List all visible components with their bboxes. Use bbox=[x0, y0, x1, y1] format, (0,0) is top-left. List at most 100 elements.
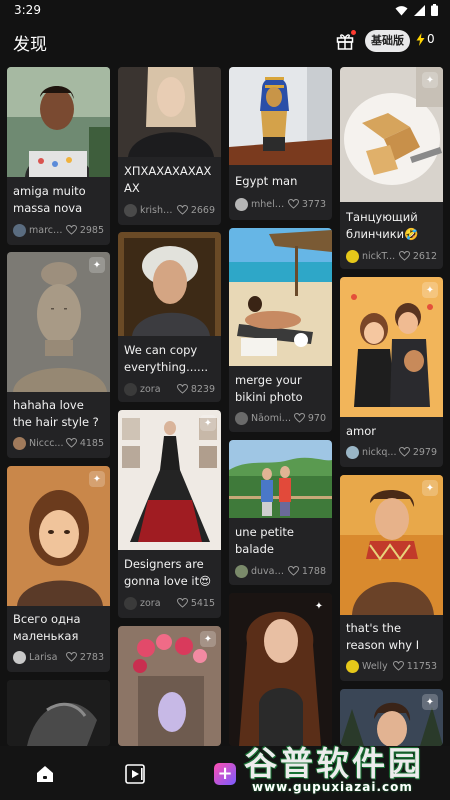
battery-icon bbox=[431, 4, 438, 16]
lightning-icon bbox=[416, 32, 425, 46]
sparkle-icon: ✦ bbox=[314, 600, 324, 612]
avatar bbox=[346, 249, 359, 263]
nav-home[interactable] bbox=[34, 763, 56, 785]
feed-card[interactable]: ✦ Всего одна маленькая по... Larisa 2783 bbox=[7, 466, 110, 672]
author-name: zora bbox=[140, 597, 161, 609]
feed-card[interactable] bbox=[7, 680, 110, 746]
like-count: 11753 bbox=[406, 660, 437, 672]
card-meta: Nāomi J... 970 bbox=[235, 411, 326, 425]
feed-card[interactable]: ✦ that's the reason why I work out ... W… bbox=[340, 475, 443, 681]
gift-button[interactable] bbox=[335, 30, 356, 51]
status-icons bbox=[395, 4, 438, 16]
feed-card[interactable]: ✦ bbox=[118, 626, 221, 746]
card-image bbox=[340, 277, 443, 417]
feed-card[interactable]: ✦ hahaha love the hair style ? Niccc... … bbox=[7, 252, 110, 458]
create-button[interactable]: + bbox=[214, 763, 236, 785]
like-count: 5415 bbox=[190, 597, 215, 609]
card-meta: zora 8239 bbox=[124, 382, 215, 396]
card-caption: Танцующий блинчики🤣 bbox=[346, 210, 419, 241]
author-name: nickT... bbox=[362, 250, 396, 262]
author-name: zora bbox=[140, 383, 161, 395]
heart-icon[interactable] bbox=[176, 384, 188, 394]
card-caption: that's the reason why I work out ... bbox=[346, 621, 420, 652]
heart-icon[interactable] bbox=[287, 566, 299, 576]
card-image bbox=[229, 67, 332, 165]
card-image bbox=[7, 680, 110, 746]
avatar bbox=[346, 659, 359, 673]
feed-card[interactable]: amiga muito massa nova at... marce... 29… bbox=[7, 67, 110, 245]
heart-icon[interactable] bbox=[287, 199, 299, 209]
card-caption: Всего одна маленькая по... bbox=[13, 612, 81, 643]
heart-icon[interactable] bbox=[65, 438, 77, 448]
like-count: 2783 bbox=[79, 651, 104, 663]
card-image bbox=[340, 475, 443, 615]
sparkle-icon: ✦ bbox=[422, 282, 438, 298]
watermark: 谷普软件园 www.gupuxiazai.com bbox=[244, 734, 450, 800]
card-image bbox=[7, 67, 110, 177]
card-image bbox=[118, 410, 221, 550]
heart-icon[interactable] bbox=[398, 447, 410, 457]
card-image bbox=[7, 466, 110, 606]
card-meta: mhela... 3773 bbox=[235, 197, 326, 211]
credits-balance[interactable]: 0 bbox=[416, 32, 435, 46]
create-icon: + bbox=[217, 763, 233, 784]
card-image bbox=[229, 440, 332, 518]
card-meta: Larisa 2783 bbox=[13, 650, 104, 664]
watermark-title: 谷普软件园 bbox=[244, 744, 424, 783]
author-name: krisha... bbox=[140, 204, 175, 216]
sparkle-icon: ✦ bbox=[200, 631, 216, 647]
avatar bbox=[13, 436, 26, 450]
feed-card[interactable]: ✦ amor nickq... 2979 bbox=[340, 277, 443, 467]
heart-icon[interactable] bbox=[65, 652, 77, 662]
card-caption: ХПХАХАХАХАХАХ bbox=[124, 164, 212, 195]
card-meta: duvalf... 1788 bbox=[235, 564, 326, 578]
sparkle-icon: ✦ bbox=[89, 257, 105, 273]
like-count: 2612 bbox=[412, 250, 437, 262]
feed-card[interactable]: ✦ bbox=[229, 593, 332, 746]
heart-icon[interactable] bbox=[65, 225, 77, 235]
avatar bbox=[13, 223, 26, 237]
nav-videos[interactable] bbox=[124, 763, 146, 785]
like-count: 4185 bbox=[79, 437, 104, 449]
heart-icon[interactable] bbox=[293, 413, 305, 423]
heart-icon[interactable] bbox=[392, 661, 404, 671]
feed-card[interactable]: ✦ Танцующий блинчики🤣 nickT... 2612 bbox=[340, 67, 443, 269]
status-time: 3:29 bbox=[14, 3, 41, 17]
card-image bbox=[118, 232, 221, 336]
sparkle-icon: ✦ bbox=[89, 471, 105, 487]
heart-icon[interactable] bbox=[176, 205, 188, 215]
author-name: marce... bbox=[29, 224, 64, 236]
avatar bbox=[13, 650, 26, 664]
heart-icon[interactable] bbox=[176, 598, 188, 608]
card-meta: nickT... 2612 bbox=[346, 249, 437, 263]
sparkle-icon: ✦ bbox=[422, 480, 438, 496]
card-caption: hahaha love the hair style ? bbox=[13, 398, 99, 429]
feed-card[interactable]: Egypt man mhela... 3773 bbox=[229, 67, 332, 220]
card-meta: nickq... 2979 bbox=[346, 445, 437, 459]
like-count: 970 bbox=[307, 412, 326, 424]
card-caption: une petite balade bbox=[235, 525, 294, 556]
card-meta: zora 5415 bbox=[124, 596, 215, 610]
feed-card[interactable]: ✦ Designers are gonna love it😍 zora 5415 bbox=[118, 410, 221, 618]
heart-icon[interactable] bbox=[398, 251, 410, 261]
author-name: nickq... bbox=[362, 446, 397, 458]
feed-card[interactable]: We can copy everything......👀 zora 8239 bbox=[118, 232, 221, 402]
header: 发现 基础版 0 bbox=[0, 22, 450, 64]
author-name: duvalf... bbox=[251, 565, 286, 577]
sparkle-icon: ✦ bbox=[422, 72, 438, 88]
watermark-url: www.gupuxiazai.com bbox=[252, 780, 413, 794]
credits-count: 0 bbox=[427, 32, 435, 46]
like-count: 1788 bbox=[301, 565, 326, 577]
feed-card[interactable]: merge your bikini photo wit... Nāomi J..… bbox=[229, 228, 332, 432]
avatar bbox=[235, 197, 248, 211]
feed-card[interactable]: une petite balade duvalf... 1788 bbox=[229, 440, 332, 585]
avatar bbox=[346, 445, 359, 459]
avatar bbox=[124, 382, 137, 396]
author-name: Welly bbox=[362, 660, 388, 672]
card-image bbox=[7, 252, 110, 392]
card-caption: amor bbox=[346, 424, 377, 438]
card-caption: merge your bikini photo wit... bbox=[235, 373, 303, 404]
plan-badge[interactable]: 基础版 bbox=[365, 30, 410, 52]
author-name: Nāomi J... bbox=[251, 412, 292, 424]
feed-card[interactable]: ХПХАХАХАХАХАХ krisha... 2669 bbox=[118, 67, 221, 225]
